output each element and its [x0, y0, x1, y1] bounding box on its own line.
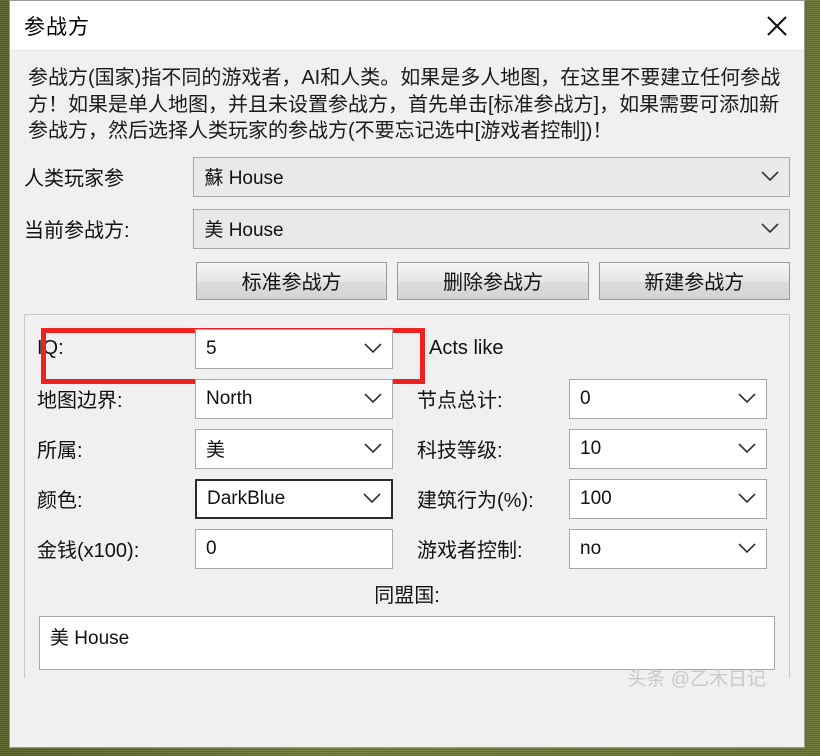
chevron-down-icon	[363, 388, 383, 410]
acts-like-label: Acts like	[429, 337, 504, 360]
node-total-value: 0	[580, 387, 591, 409]
current-combatant-row: 当前参战方: 美 House	[24, 208, 790, 249]
color-value: DarkBlue	[207, 487, 286, 509]
money-input[interactable]: 0	[195, 528, 393, 569]
combatants-dialog: 参战方 参战方(国家)指不同的游戏者，AI和人类。如果是多人地图，在这里不要建立…	[9, 0, 805, 748]
delete-combatant-button[interactable]: 删除参战方	[397, 261, 589, 300]
color-select[interactable]: DarkBlue	[195, 478, 393, 519]
new-combatant-button[interactable]: 新建参战方	[598, 261, 790, 300]
map-border-select[interactable]: North	[195, 378, 393, 419]
map-border-node-row: 地图边界: North 节点总计: 0	[37, 378, 777, 419]
iq-label: IQ:	[37, 337, 64, 360]
chevron-down-icon	[737, 438, 757, 460]
list-item[interactable]: 美 House	[50, 623, 764, 650]
build-behavior-label: 建筑行为(%):	[417, 490, 534, 513]
current-combatant-label: 当前参战方:	[24, 220, 130, 243]
build-behavior-value: 100	[580, 487, 612, 509]
belongs-tech-row: 所属: 美 科技等级: 10	[37, 428, 777, 469]
dialog-body: 参战方(国家)指不同的游戏者，AI和人类。如果是多人地图，在这里不要建立任何参战…	[10, 51, 804, 747]
human-player-value: 蘇 House	[204, 168, 284, 190]
node-total-select[interactable]: 0	[569, 378, 767, 419]
color-label: 颜色:	[37, 490, 83, 513]
money-label: 金钱(x100):	[37, 540, 140, 563]
player-control-label: 游戏者控制:	[417, 540, 523, 563]
player-control-value: no	[580, 537, 602, 559]
close-icon[interactable]	[750, 1, 804, 50]
chevron-down-icon	[363, 438, 383, 460]
belongs-to-select[interactable]: 美	[195, 428, 393, 469]
player-control-select[interactable]: no	[569, 528, 767, 569]
iq-row: IQ: 5 Acts like	[37, 328, 777, 369]
standard-combatants-button[interactable]: 标准参战方	[196, 261, 388, 300]
chevron-down-icon	[737, 388, 757, 410]
combatant-action-buttons: 标准参战方 删除参战方 新建参战方	[196, 261, 790, 300]
node-total-label: 节点总计:	[417, 390, 503, 413]
iq-select[interactable]: 5	[195, 328, 393, 369]
map-border-value: North	[206, 387, 253, 409]
belongs-to-label: 所属:	[37, 440, 83, 463]
chevron-down-icon	[363, 338, 383, 360]
belongs-to-value: 美	[206, 440, 226, 462]
chevron-down-icon	[362, 488, 382, 510]
tech-level-label: 科技等级:	[417, 440, 503, 463]
human-player-row: 人类玩家参 蘇 House	[24, 156, 790, 197]
watermark: 头条 @乙木日记	[627, 668, 766, 690]
chevron-down-icon	[737, 538, 757, 560]
allies-listbox[interactable]: 美 House 头条 @乙木日记	[39, 615, 775, 690]
current-combatant-value: 美 House	[204, 220, 284, 242]
dialog-title: 参战方	[24, 15, 90, 39]
money-control-row: 金钱(x100): 0 游戏者控制: no	[37, 528, 777, 569]
current-combatant-select[interactable]: 美 House	[193, 208, 790, 249]
iq-value: 5	[206, 337, 217, 359]
dialog-titlebar: 参战方	[10, 1, 804, 51]
color-build-row: 颜色: DarkBlue 建筑行为(%): 100	[37, 478, 777, 519]
map-border-label: 地图边界:	[37, 390, 123, 413]
money-value: 0	[206, 537, 217, 559]
dialog-description: 参战方(国家)指不同的游戏者，AI和人类。如果是多人地图，在这里不要建立任何参战…	[28, 67, 781, 143]
chevron-down-icon	[760, 166, 780, 188]
chevron-down-icon	[737, 488, 757, 510]
chevron-down-icon	[760, 218, 780, 240]
build-behavior-select[interactable]: 100	[569, 478, 767, 519]
tech-level-select[interactable]: 10	[569, 428, 767, 469]
allies-title: 同盟国:	[374, 584, 440, 607]
human-player-label: 人类玩家参	[24, 168, 124, 191]
human-player-select[interactable]: 蘇 House	[193, 156, 790, 197]
tech-level-value: 10	[580, 437, 602, 459]
combatant-settings-panel: IQ: 5 Acts like 地图边界: North 节点总计: 0 所属: …	[24, 313, 790, 690]
